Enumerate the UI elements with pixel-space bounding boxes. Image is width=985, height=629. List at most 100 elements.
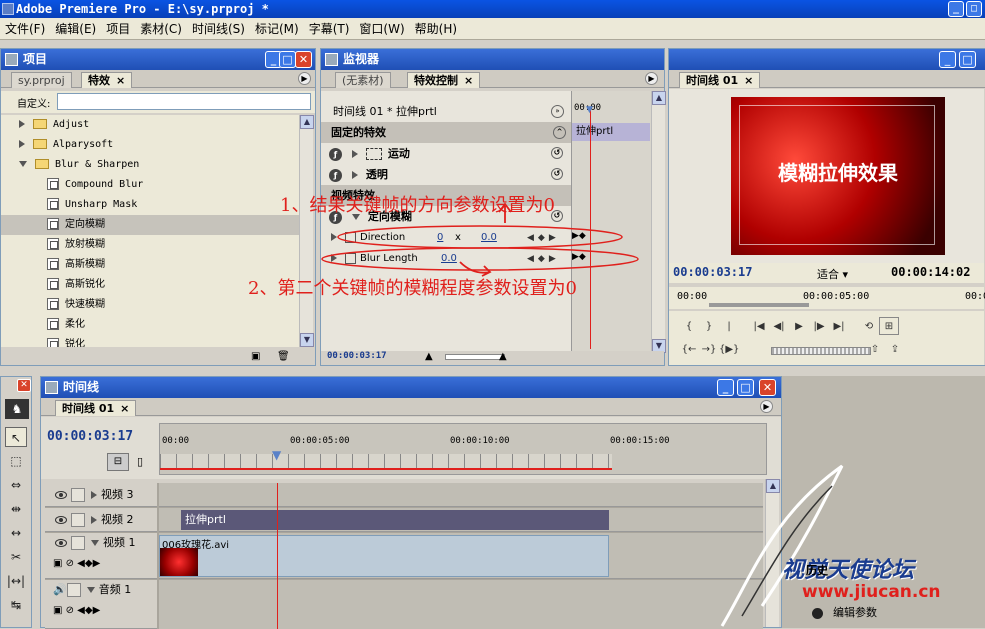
set-in-icon[interactable]: { — [679, 318, 699, 336]
keyframe-controls-icon[interactable]: ▣ ⊘ ◀◆▶ — [53, 605, 100, 616]
track-select-tool-icon[interactable]: ⬚ — [5, 451, 27, 471]
motion-transform-icon[interactable] — [365, 148, 382, 160]
scroll-down-icon[interactable]: ▼ — [300, 333, 314, 347]
go-next-edit-icon[interactable]: →} — [699, 341, 719, 359]
tab-project[interactable]: sy.prproj — [11, 72, 72, 88]
panel-close-button[interactable]: ✕ — [295, 51, 312, 68]
close-tab-icon[interactable]: × — [464, 74, 473, 87]
prev-keyframe-icon[interactable]: ◀ — [527, 228, 534, 249]
menu-edit[interactable]: 编辑(E) — [50, 18, 101, 40]
expand-arrow-icon[interactable] — [351, 171, 358, 179]
speaker-icon[interactable]: 🔊 — [53, 583, 67, 596]
tree-folder-adjust[interactable]: Adjust — [19, 115, 89, 135]
panel-maximize-button[interactable]: □ — [279, 51, 296, 68]
tree-effect-gaussian-sharpen[interactable]: 高斯锐化 — [47, 275, 105, 295]
collapse-arrow-icon[interactable] — [19, 161, 27, 167]
expand-arrow-icon[interactable] — [331, 233, 337, 241]
tree-effect-sharpen[interactable]: 锐化 — [47, 335, 85, 347]
step-back-icon[interactable]: ◀| — [769, 318, 789, 336]
tree-effect-gaussian-blur[interactable]: 高斯模糊 — [47, 255, 105, 275]
keyframe-controls-icon[interactable]: ▣ ⊘ ◀◆▶ — [53, 558, 100, 569]
rate-stretch-tool-icon[interactable]: ↔ — [5, 523, 27, 543]
add-keyframe-icon[interactable]: ◆ — [538, 249, 545, 270]
expand-arrow-icon[interactable] — [91, 491, 97, 499]
expand-arrow-icon[interactable] — [19, 140, 25, 148]
razor-tool-icon[interactable]: ✂ — [5, 547, 27, 567]
lock-toggle[interactable] — [66, 583, 81, 597]
playhead-icon[interactable]: ▼ — [586, 105, 593, 115]
keyframe-marker-icon[interactable]: ▶◆ — [572, 252, 586, 262]
program-preview-frame[interactable]: 模糊拉伸效果 — [731, 97, 945, 255]
set-out-icon[interactable]: } — [699, 318, 719, 336]
menu-clip[interactable]: 素材(C) — [135, 18, 187, 40]
expand-arrow-icon[interactable] — [331, 254, 337, 262]
clip-rose-video[interactable]: 006玫瑰花.avi — [159, 535, 609, 577]
reset-icon[interactable]: ↺ — [551, 168, 563, 180]
tab-source[interactable]: (无素材) — [335, 72, 391, 88]
effect-controls-scrollbar[interactable]: ▲ ▼ — [651, 91, 666, 353]
ripple-edit-tool-icon[interactable]: ⇔ — [5, 475, 27, 495]
tools-close-button[interactable]: ✕ — [17, 379, 31, 392]
tree-effect-directional-blur[interactable]: 定向模糊 — [1, 215, 299, 235]
menu-title[interactable]: 字幕(T) — [304, 18, 355, 40]
zoom-out-icon[interactable]: ▲ — [425, 351, 433, 362]
loop-icon[interactable]: ⟲ — [859, 318, 879, 336]
keyframe-nav[interactable]: ◀ ◆ ▶ — [525, 248, 558, 270]
lock-toggle[interactable] — [71, 488, 85, 502]
slip-tool-icon[interactable]: |↔| — [5, 571, 27, 591]
go-to-in-icon[interactable]: |◀ — [749, 318, 769, 336]
trash-icon[interactable]: 🗑 — [277, 351, 290, 362]
slide-tool-icon[interactable]: ↹ — [5, 595, 27, 615]
show-timeline-icon[interactable]: » — [551, 105, 564, 118]
keyframe-marker-icon[interactable]: ▶◆ — [572, 231, 586, 241]
collapse-arrow-icon[interactable] — [91, 540, 99, 546]
next-keyframe-icon[interactable]: ▶ — [549, 249, 556, 270]
go-prev-edit-icon[interactable]: {← — [679, 341, 699, 359]
tab-effects[interactable]: 特效 × — [81, 72, 133, 88]
panel-menu-arrow-icon[interactable]: ▶ — [760, 400, 773, 413]
history-item[interactable]: 编辑参数 — [812, 604, 877, 620]
playhead-icon[interactable]: ▼ — [272, 448, 281, 462]
next-keyframe-icon[interactable]: ▶ — [549, 228, 556, 249]
tab-program-sequence[interactable]: 时间线 01 × — [679, 72, 761, 88]
track-lane-audio-1[interactable] — [159, 580, 763, 629]
menu-project[interactable]: 项目 — [101, 18, 135, 40]
tree-effect-radial-blur[interactable]: 放射模糊 — [47, 235, 105, 255]
effects-search-input[interactable] — [57, 93, 311, 110]
panel-menu-arrow-icon[interactable]: ▶ — [645, 72, 658, 85]
maximize-button[interactable]: □ — [966, 1, 982, 17]
lock-toggle[interactable] — [71, 536, 85, 550]
tree-effect-unsharp-mask[interactable]: Unsharp Mask — [47, 195, 137, 215]
menu-file[interactable]: 文件(F) — [0, 18, 50, 40]
track-lane-video-3[interactable] — [159, 483, 763, 507]
close-tab-icon[interactable]: × — [116, 74, 125, 87]
timeline-timecode[interactable]: 00:00:03:17 — [47, 429, 133, 444]
tree-effect-soften[interactable]: 柔化 — [47, 315, 85, 335]
program-ruler[interactable]: 00:00 00:00:05:00 00:00 — [669, 287, 985, 309]
expand-arrow-icon[interactable] — [91, 516, 97, 524]
work-area-bar[interactable] — [160, 454, 612, 468]
panel-minimize-button[interactable]: _ — [939, 51, 956, 68]
panel-minimize-button[interactable]: _ — [717, 379, 734, 396]
play-icon[interactable]: ▶ — [789, 318, 809, 336]
keyframe-nav[interactable]: ◀ ◆ ▶ — [525, 227, 558, 249]
panel-maximize-button[interactable]: □ — [737, 379, 754, 396]
close-tab-icon[interactable]: × — [120, 402, 129, 415]
program-ruler-work-area[interactable] — [709, 303, 809, 307]
expand-arrow-icon[interactable] — [351, 150, 358, 158]
go-to-out-icon[interactable]: ▶| — [829, 318, 849, 336]
collapse-icon[interactable]: ^ — [553, 126, 566, 139]
stopwatch-icon[interactable] — [345, 252, 356, 264]
safe-margins-icon[interactable]: ⊞ — [879, 317, 899, 335]
direction-value-1[interactable]: 0 — [437, 227, 443, 248]
scroll-up-icon[interactable]: ▲ — [652, 91, 666, 105]
tree-effect-compound-blur[interactable]: Compound Blur — [47, 175, 143, 195]
eye-icon[interactable] — [55, 491, 67, 499]
add-keyframe-icon[interactable]: ◆ — [538, 228, 545, 249]
direction-value-2[interactable]: 0.0 — [481, 227, 497, 248]
effect-controls-timecode[interactable]: 00:00:03:17 — [327, 351, 387, 361]
set-marker-icon[interactable]: ▯ — [137, 455, 143, 468]
program-timecode[interactable]: 00:00:03:17 — [673, 265, 752, 279]
effects-scrollbar[interactable]: ▲ ▼ — [299, 115, 314, 347]
menu-sequence[interactable]: 时间线(S) — [187, 18, 250, 40]
